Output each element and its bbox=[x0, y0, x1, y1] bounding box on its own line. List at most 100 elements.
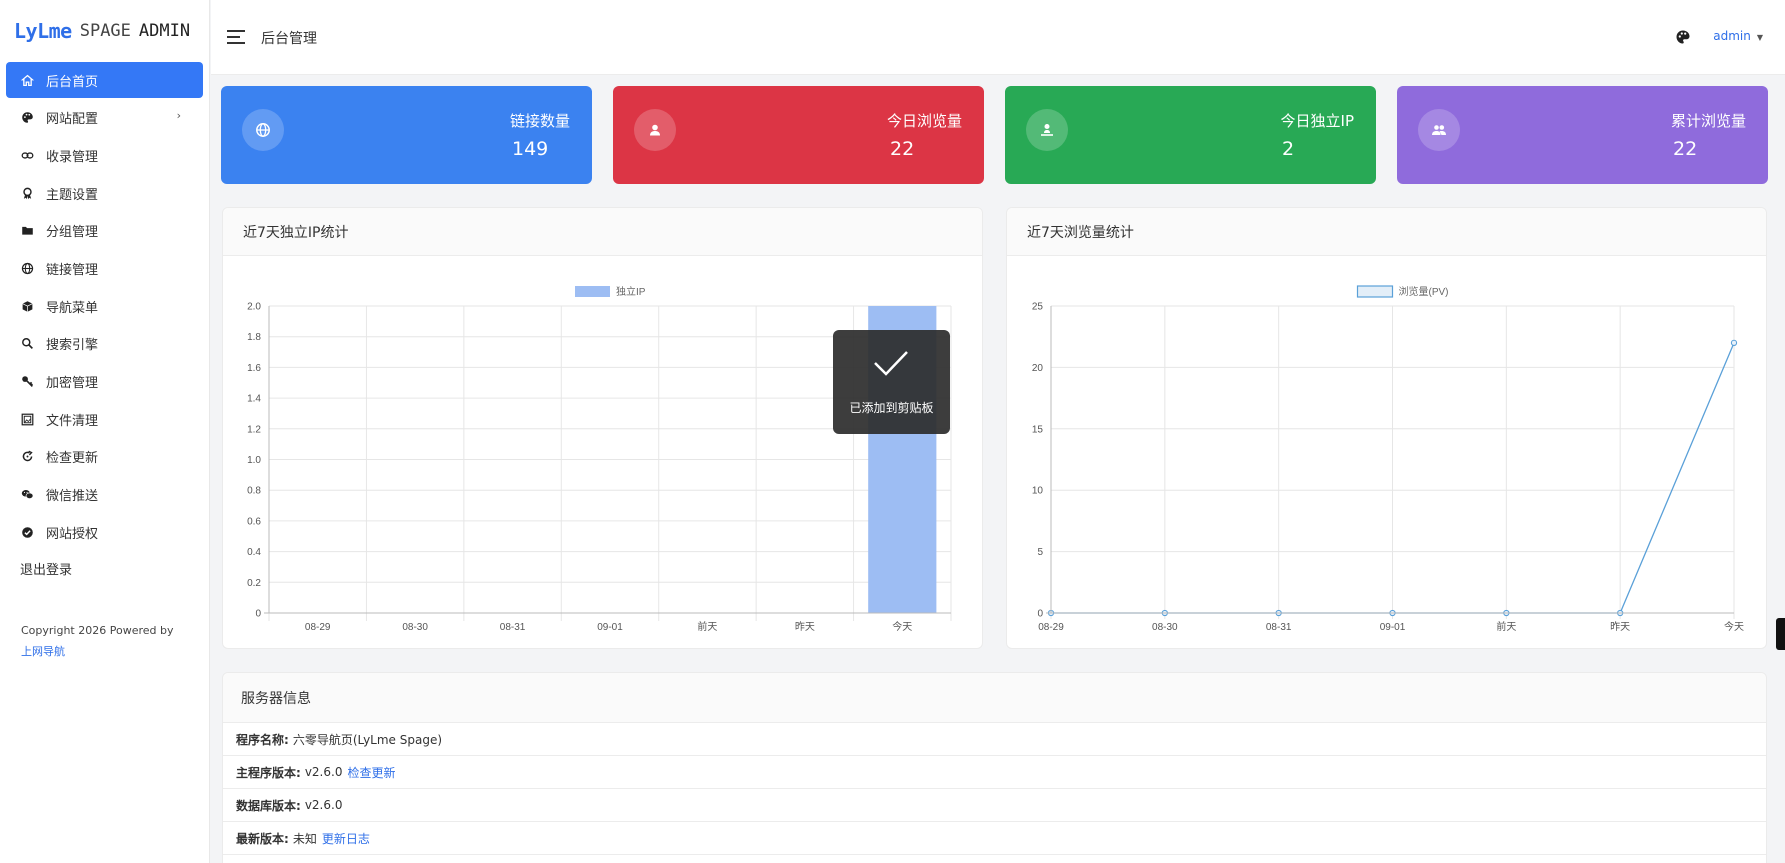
row-label: 最新版本: bbox=[236, 831, 289, 846]
brand-part-1: LyLme bbox=[14, 19, 72, 43]
sidebar-item-label: 搜索引擎 bbox=[46, 338, 99, 354]
pv-line-chart: 浏览量(PV) 0 5 10 15 20 25 08-29 08-30 08-31 09-01 前天 昨… bbox=[1032, 285, 1744, 633]
sidebar-item-label: 主题设置 bbox=[46, 187, 99, 203]
x-tick-label: 昨天 bbox=[1610, 621, 1630, 633]
sidebar-item-dashboard[interactable]: 后台首页 bbox=[6, 62, 203, 98]
check-update-link[interactable]: 检查更新 bbox=[347, 764, 395, 781]
copyright-link[interactable]: 上网导航 bbox=[21, 645, 65, 658]
server-row-program: 程序名称: 六零导航页(LyLme Spage) bbox=[223, 723, 1766, 756]
ip-bar-chart: 独立IP 0 0.2 0.4 0.6 0.8 1.0 1.2 1.4 1.6 1.8 2.0 08-29… bbox=[247, 285, 952, 633]
copyright: Copyright 2026 Powered by 上网导航 bbox=[0, 586, 209, 662]
key-icon bbox=[20, 375, 34, 389]
x-tick-label: 08-31 bbox=[1266, 622, 1292, 633]
globe-icon bbox=[242, 109, 284, 151]
sidebar-item-links[interactable]: 链接管理 bbox=[6, 250, 203, 286]
stat-value: 22 bbox=[1673, 138, 1698, 160]
y-tick-label: 2.0 bbox=[247, 302, 261, 313]
copyright-text: Copyright 2026 Powered by bbox=[21, 623, 174, 637]
y-tick-label: 0.6 bbox=[247, 516, 261, 527]
y-tick-label: 25 bbox=[1032, 302, 1044, 313]
side-scroll-handle[interactable] bbox=[1776, 618, 1785, 650]
user-icon bbox=[634, 109, 676, 151]
x-tick-label: 08-29 bbox=[305, 622, 331, 633]
sidebar-item-check-update[interactable]: 检查更新 bbox=[6, 439, 203, 475]
brand-logo[interactable]: LyLme SPAGE ADMIN bbox=[0, 0, 209, 62]
logout-link[interactable]: 退出登录 bbox=[0, 552, 209, 586]
sidebar-item-label: 链接管理 bbox=[46, 262, 99, 278]
legend-label: 独立IP bbox=[616, 285, 646, 298]
user-dropdown[interactable]: admin ▼ bbox=[1713, 29, 1763, 43]
page-title: 后台管理 bbox=[261, 31, 317, 47]
sidebar-item-label: 网站授权 bbox=[46, 526, 99, 542]
server-row-version: 主程序版本: v2.6.0 检查更新 bbox=[223, 756, 1766, 789]
sidebar-item-label: 检查更新 bbox=[46, 451, 99, 467]
sidebar-item-nav-menu[interactable]: 导航菜单 bbox=[6, 288, 203, 324]
link-icon bbox=[20, 148, 34, 162]
stat-card-total-pv: 累计浏览量 22 bbox=[1397, 86, 1768, 184]
topbar: 后台管理 admin ▼ bbox=[211, 0, 1785, 75]
sidebar-item-site-config[interactable]: 网站配置 › bbox=[6, 100, 203, 136]
theme-palette-icon[interactable] bbox=[1675, 29, 1691, 45]
pv-chart-panel: 近7天浏览量统计 浏览量(PV) 0 5 10 15 20 25 08-29 08-30 08-3… bbox=[1006, 207, 1767, 649]
user-name: admin bbox=[1713, 29, 1751, 43]
sidebar-item-label: 导航菜单 bbox=[46, 300, 99, 316]
stat-value: 149 bbox=[512, 138, 549, 160]
sidebar-item-label: 微信推送 bbox=[46, 489, 99, 505]
y-tick-label: 1.6 bbox=[247, 363, 261, 374]
row-label: 程序名称: bbox=[236, 732, 289, 747]
point-今天 bbox=[1730, 339, 1738, 346]
brand-part-2: SPAGE bbox=[79, 21, 131, 41]
checkmark-icon bbox=[874, 351, 908, 376]
sidebar-item-label: 网站配置 bbox=[46, 112, 99, 128]
row-label: 主程序版本: bbox=[236, 765, 301, 780]
chevron-right-icon: › bbox=[176, 108, 181, 122]
sidebar-item-label: 收录管理 bbox=[46, 149, 99, 165]
y-tick-label: 1.0 bbox=[247, 455, 261, 466]
sidebar-item-label: 后台首页 bbox=[46, 74, 99, 90]
sidebar-item-groups[interactable]: 分组管理 bbox=[6, 213, 203, 249]
row-label: 数据库版本: bbox=[236, 798, 301, 813]
menu-toggle-icon[interactable] bbox=[227, 30, 245, 44]
y-tick-label: 0.4 bbox=[247, 547, 261, 558]
stat-label: 累计浏览量 bbox=[1670, 112, 1746, 130]
server-row-db-version: 数据库版本: v2.6.0 bbox=[223, 789, 1766, 822]
sidebar-item-authorization[interactable]: 网站授权 bbox=[6, 514, 203, 550]
y-tick-label: 1.2 bbox=[247, 424, 261, 435]
sidebar-item-search-engines[interactable]: 搜索引擎 bbox=[6, 326, 203, 362]
stat-card-links: 链接数量 149 bbox=[221, 86, 592, 184]
users-icon bbox=[1418, 109, 1460, 151]
sidebar: LyLme SPAGE ADMIN 后台首页 网站配置 › 收录管理 主题设置 … bbox=[0, 0, 210, 863]
user-pin-icon bbox=[1026, 109, 1068, 151]
y-tick-label: 15 bbox=[1032, 424, 1044, 435]
changelog-link[interactable]: 更新日志 bbox=[322, 830, 370, 847]
row-value: 未知 bbox=[292, 831, 317, 846]
refresh-icon bbox=[20, 450, 34, 464]
sidebar-nav: 后台首页 网站配置 › 收录管理 主题设置 分组管理 链接管理 导航菜单 搜索引… bbox=[0, 62, 209, 550]
x-tick-label: 08-30 bbox=[1152, 622, 1178, 633]
stat-label: 今日独立IP bbox=[1280, 112, 1354, 130]
x-tick-label: 前天 bbox=[1496, 620, 1516, 633]
legend-swatch bbox=[1356, 285, 1394, 298]
sidebar-item-wechat-push[interactable]: 微信推送 bbox=[6, 477, 203, 513]
legend-label: 浏览量(PV) bbox=[1399, 285, 1449, 298]
sidebar-item-label: 加密管理 bbox=[46, 376, 99, 391]
sidebar-item-encryption[interactable]: 加密管理 bbox=[6, 364, 203, 400]
y-tick-label: 10 bbox=[1032, 486, 1044, 497]
y-tick-label: 1.8 bbox=[247, 332, 261, 343]
sidebar-item-file-cleanup[interactable]: 文件清理 bbox=[6, 401, 203, 437]
stat-label: 链接数量 bbox=[509, 112, 570, 130]
x-tick-label: 08-30 bbox=[402, 622, 428, 633]
toast-message: 已添加到剪贴板 bbox=[849, 401, 934, 415]
sidebar-item-submissions[interactable]: 收录管理 bbox=[6, 137, 203, 173]
panel-title: 近7天浏览量统计 bbox=[1007, 208, 1766, 256]
brand-part-3: ADMIN bbox=[138, 21, 191, 41]
y-tick-label: 5 bbox=[1037, 547, 1043, 558]
x-tick-label: 09-01 bbox=[597, 622, 623, 633]
row-value: 六零导航页(LyLme Spage) bbox=[292, 732, 443, 747]
sidebar-item-theme[interactable]: 主题设置 bbox=[6, 175, 203, 211]
stat-value: 2 bbox=[1282, 138, 1295, 160]
server-info-panel: 服务器信息 程序名称: 六零导航页(LyLme Spage) 主程序版本: v2… bbox=[222, 672, 1767, 863]
folder-icon bbox=[20, 224, 34, 238]
check-circle-icon bbox=[20, 525, 34, 539]
stat-value: 22 bbox=[890, 138, 915, 160]
